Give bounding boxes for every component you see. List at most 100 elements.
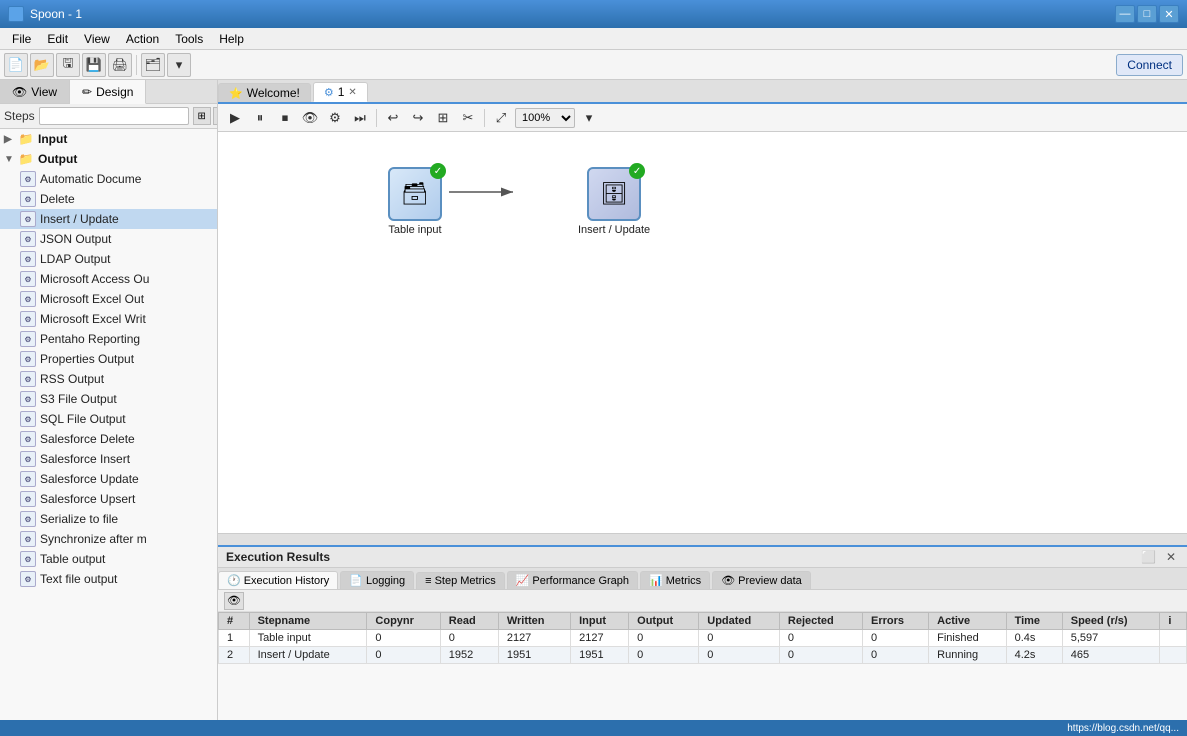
folder-icon-output: 📁 [18,151,34,167]
align-button[interactable]: ⊞ [432,107,454,129]
exec-table-container[interactable]: # Stepname Copynr Read Written Input Out… [218,612,1187,720]
menu-file[interactable]: File [4,30,39,48]
list-item[interactable]: ⚙ RSS Output [0,369,217,389]
step-icon: ⚙ [20,451,36,467]
pause-button[interactable]: ⏸ [249,107,271,129]
list-item[interactable]: ⚙ Table output [0,549,217,569]
menu-help[interactable]: Help [211,30,252,48]
tree-group-output[interactable]: ▼ 📁 Output [0,149,217,169]
list-item[interactable]: ⚙ Salesforce Delete [0,429,217,449]
table-row: 1 Table input 0 0 2127 2127 0 0 0 0 Fini… [219,630,1187,647]
cell-copynr: 0 [367,647,440,664]
menu-action[interactable]: Action [118,30,167,48]
list-item[interactable]: ⚙ Synchronize after m [0,529,217,549]
redo-button[interactable]: ↪ [407,107,429,129]
tab-welcome[interactable]: ⭐ Welcome! [218,83,311,102]
tab-1[interactable]: ⚙ 1 ✕ [313,82,368,102]
cell-updated: 0 [699,647,780,664]
zoom-dropdown[interactable]: ▾ [578,107,600,129]
list-item[interactable]: ⚙ Salesforce Upsert [0,489,217,509]
col-updated: Updated [699,613,780,630]
save-all-button[interactable]: 🖫 [56,53,80,77]
canvas-area[interactable]: 🗃 ✓ Table input 🗄 ✓ Insert / Update [218,132,1187,533]
steps-tree: ▶ 📁 Input ▼ 📁 Output ⚙ Automatic Docume … [0,129,217,720]
list-item[interactable]: ⚙ LDAP Output [0,249,217,269]
status-bar: https://blog.csdn.net/qq... [0,720,1187,736]
cut-button[interactable]: ✂ [457,107,479,129]
steps-label: Steps [4,109,35,123]
preview-button[interactable]: 👁 [299,107,321,129]
canvas-hscroll[interactable] [218,533,1187,545]
open-button[interactable]: 📂 [30,53,54,77]
exec-tab-perf-graph[interactable]: 📈 Performance Graph [507,571,638,589]
flow-arrow [218,132,1187,533]
canvas-toolbar: ▶ ⏸ ⏹ 👁 ⚙ ⏭ ↩ ↪ ⊞ ✂ ⤢ 25% 50% 75% 100% 1… [218,104,1187,132]
exec-toolbar-btn[interactable]: 👁 [224,592,244,610]
steps-search-input[interactable] [39,107,189,125]
list-item[interactable]: ⚙ SQL File Output [0,409,217,429]
step-icon: ⚙ [20,471,36,487]
exec-tabs: 🕐 Execution History 📄 Logging ≡ Step Met… [218,568,1187,590]
node-table-input[interactable]: 🗃 ✓ Table input [388,167,442,236]
expand-all-button[interactable]: ⊞ [193,107,211,125]
list-item[interactable]: ⚙ JSON Output [0,229,217,249]
view-tab[interactable]: 👁 View [0,80,70,103]
menu-tools[interactable]: Tools [167,30,211,48]
exec-title: Execution Results [226,550,330,564]
connect-button[interactable]: Connect [1116,54,1183,76]
exec-close-button[interactable]: ✕ [1163,550,1179,564]
list-item[interactable]: ⚙ Microsoft Access Ou [0,269,217,289]
zoom-out-button[interactable]: ⤢ [490,107,512,129]
exec-tab-metrics[interactable]: 📊 Metrics [640,571,710,589]
exec-tab-logging[interactable]: 📄 Logging [340,571,414,589]
node-insert-update[interactable]: 🗄 ✓ Insert / Update [578,167,650,236]
layers-dropdown[interactable]: ▾ [167,53,191,77]
col-active: Active [929,613,1006,630]
undo-button[interactable]: ↩ [382,107,404,129]
list-item[interactable]: ⚙ Delete [0,189,217,209]
tab-1-close[interactable]: ✕ [348,87,356,98]
close-button[interactable]: ✕ [1159,5,1179,23]
layers-button[interactable]: 🗂 [141,53,165,77]
print-button[interactable]: 🖨 [108,53,132,77]
list-item-insert-update[interactable]: ⚙ Insert / Update [0,209,217,229]
list-item[interactable]: ⚙ Serialize to file [0,509,217,529]
options-button[interactable]: ⚙ [324,107,346,129]
exec-tab-history-icon: 🕐 [227,574,241,587]
tree-group-input[interactable]: ▶ 📁 Input [0,129,217,149]
cell-input: 1951 [571,647,629,664]
exec-tab-step-metrics[interactable]: ≡ Step Metrics [416,572,505,589]
cell-errors: 0 [863,630,929,647]
exec-tab-preview[interactable]: 👁 Preview data [712,571,811,589]
menu-view[interactable]: View [76,30,118,48]
app-title: Spoon - 1 [30,7,82,21]
list-item[interactable]: ⚙ Salesforce Insert [0,449,217,469]
list-item[interactable]: ⚙ Properties Output [0,349,217,369]
replay-button[interactable]: ⏭ [349,107,371,129]
view-design-tabs: 👁 View ✏ Design [0,80,217,104]
exec-tab-preview-label: Preview data [738,575,802,587]
list-item[interactable]: ⚙ Microsoft Excel Out [0,289,217,309]
list-item[interactable]: ⚙ Pentaho Reporting [0,329,217,349]
minimize-button[interactable]: — [1115,5,1135,23]
menu-edit[interactable]: Edit [39,30,76,48]
list-item[interactable]: ⚙ S3 File Output [0,389,217,409]
exec-header: Execution Results ⬜ ✕ [218,547,1187,568]
save-button[interactable]: 💾 [82,53,106,77]
col-stepname: Stepname [249,613,367,630]
cell-errors: 0 [863,647,929,664]
list-item[interactable]: ⚙ Text file output [0,569,217,589]
maximize-button[interactable]: □ [1137,5,1157,23]
new-button[interactable]: 📄 [4,53,28,77]
exec-expand-button[interactable]: ⬜ [1138,550,1159,564]
design-tab[interactable]: ✏ Design [70,80,146,104]
steps-bar: Steps ⊞ ⊟ [0,104,217,129]
list-item[interactable]: ⚙ Microsoft Excel Writ [0,309,217,329]
zoom-select[interactable]: 25% 50% 75% 100% 150% 200% [515,108,575,128]
run-button[interactable]: ▶ [224,107,246,129]
list-item[interactable]: ⚙ Automatic Docume [0,169,217,189]
stop-button[interactable]: ⏹ [274,107,296,129]
cell-num: 2 [219,647,250,664]
exec-tab-history[interactable]: 🕐 Execution History [218,571,338,589]
list-item[interactable]: ⚙ Salesforce Update [0,469,217,489]
